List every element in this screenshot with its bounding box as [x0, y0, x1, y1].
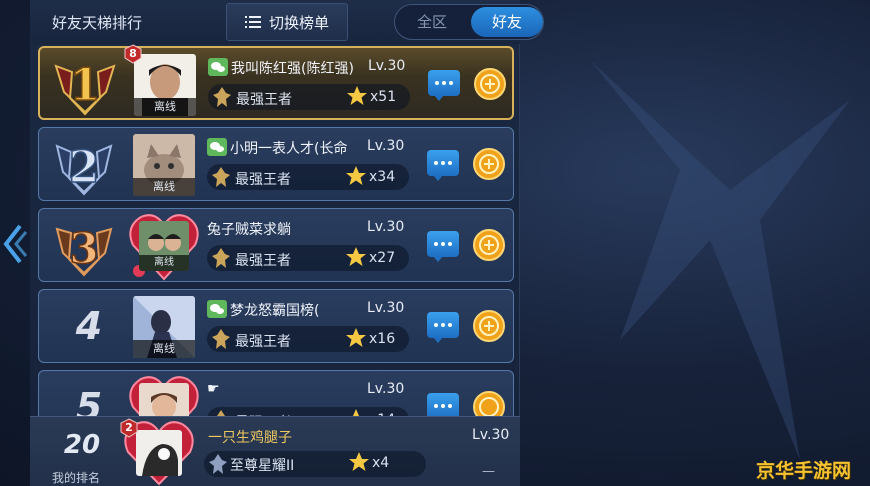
star-icon	[349, 452, 369, 471]
tab-friends[interactable]: 好友	[471, 7, 543, 37]
avatar[interactable]: 离线	[134, 54, 196, 116]
player-name: ☛	[207, 381, 220, 397]
wechat-icon	[207, 138, 227, 156]
my-level-badge-number: 2	[125, 421, 133, 434]
player-level: Lv.30	[368, 58, 406, 74]
star-icon	[346, 247, 366, 266]
svg-text:2: 2	[69, 142, 100, 193]
background-emblem	[590, 60, 850, 460]
player-level: Lv.30	[367, 300, 405, 316]
tier-name: 最强王者	[235, 334, 291, 350]
player-level: Lv.30	[367, 381, 405, 397]
my-rank-number: 20	[63, 430, 101, 460]
offline-label: 离线	[139, 255, 189, 271]
leaderboard-row[interactable]: 2 离线 小明一表人才(长命 Lv.30 最强王者 x34	[38, 127, 514, 201]
leaderboard-row[interactable]: 4 离线 梦龙怒霸国榜( Lv.30 最强王者 x16	[38, 289, 514, 363]
tier-name: 最强王者	[236, 92, 292, 108]
watermark: 京华手游网	[756, 460, 852, 482]
tier-name: 最强王者	[235, 172, 291, 188]
avatar[interactable]: 离线	[133, 134, 195, 196]
tier-name: 最强王者	[235, 253, 291, 269]
offline-label: 离线	[133, 178, 195, 196]
my-avatar[interactable]	[136, 430, 182, 476]
tier-icon	[209, 454, 227, 474]
switch-board-label: 切换榜单	[268, 13, 329, 32]
avatar[interactable]: 离线	[133, 296, 195, 358]
player-name: 小明一表人才(长命	[230, 141, 348, 157]
tier-icon	[212, 248, 230, 268]
tier-icon	[212, 167, 230, 187]
my-player-level: Lv.30	[472, 427, 510, 443]
page-title: 好友天梯排行	[52, 14, 143, 32]
chat-button[interactable]	[427, 231, 459, 262]
rank-2-badge: 2	[55, 141, 113, 196]
chat-button[interactable]	[428, 70, 460, 101]
tab-all[interactable]: 全区	[395, 5, 469, 39]
wechat-icon	[207, 300, 227, 318]
rank-3-badge: 3	[55, 223, 113, 277]
offline-label: 离线	[133, 340, 195, 358]
my-player-name: 一只生鸡腿子	[208, 430, 292, 446]
star-count: x34	[369, 169, 396, 185]
star-count: x51	[370, 89, 397, 105]
star-icon	[347, 86, 367, 105]
star-count: x27	[369, 250, 396, 266]
svg-text:3: 3	[69, 224, 98, 273]
player-name: 兔子贼菜求躺	[207, 222, 291, 238]
gift-icon[interactable]	[474, 68, 506, 100]
player-name: 我叫陈红强(陈红强)	[231, 61, 354, 77]
gift-icon[interactable]	[473, 229, 505, 261]
my-dash: —	[482, 464, 495, 479]
back-arrow-icon[interactable]	[2, 222, 28, 266]
leaderboard-row[interactable]: 3 离线 兔子贼菜求躺 Lv.30 最强王者 x27	[38, 208, 514, 282]
my-star-count: x4	[372, 455, 390, 471]
player-name: 梦龙怒霸国榜(	[230, 303, 320, 319]
player-level: Lv.30	[367, 219, 405, 235]
leaderboard-row[interactable]: 1 离线 8 我叫陈红强(陈红强) Lv.30 最强王者 x51	[38, 44, 514, 120]
star-icon	[346, 166, 366, 185]
rank-number: 4	[75, 304, 103, 348]
level-badge-number: 8	[129, 47, 137, 60]
avatar[interactable]: 离线	[139, 221, 189, 271]
wechat-icon	[208, 58, 228, 76]
star-icon	[346, 328, 366, 347]
chat-button[interactable]	[427, 150, 459, 181]
switch-board-button[interactable]: 切换榜单	[226, 3, 348, 41]
leaderboard-header: 好友天梯排行 切换榜单 全区 好友	[30, 0, 544, 44]
tier-icon	[212, 329, 230, 349]
tier-icon	[213, 87, 231, 107]
star-count: x16	[369, 331, 396, 347]
svg-text:1: 1	[70, 60, 101, 111]
chat-button[interactable]	[427, 312, 459, 343]
rank-1-badge: 1	[54, 59, 116, 116]
scope-toggle: 全区 好友	[394, 4, 544, 40]
list-icon	[244, 16, 261, 28]
gift-icon[interactable]	[473, 310, 505, 342]
player-level: Lv.30	[367, 138, 405, 154]
my-tier-name: 至尊星耀II	[230, 458, 295, 474]
offline-label: 离线	[134, 98, 196, 116]
gift-icon[interactable]	[473, 148, 505, 180]
my-rank-label: 我的排名	[52, 471, 101, 485]
